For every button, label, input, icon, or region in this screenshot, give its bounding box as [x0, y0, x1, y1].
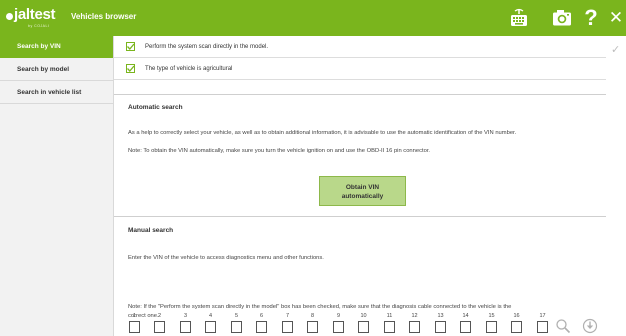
vin-position-label: 10: [360, 313, 367, 319]
vin-position-label: 16: [513, 313, 520, 319]
download-icon[interactable]: [582, 318, 598, 334]
vin-char-input[interactable]: [511, 321, 522, 333]
sidebar-item-search-by-model[interactable]: Search by model: [0, 59, 113, 81]
jaltest-logo: jaltest by COJALI: [6, 6, 56, 29]
vin-char-input[interactable]: [154, 321, 165, 333]
vin-position-label: 1: [132, 313, 137, 319]
vin-position-label: 15: [488, 313, 495, 319]
vin-char-input[interactable]: [486, 321, 497, 333]
logo-subtext: by COJALI: [28, 24, 50, 28]
vin-position-label: 13: [437, 313, 444, 319]
vin-char-input[interactable]: [460, 321, 471, 333]
sidebar-item-search-in-vehicle-list[interactable]: Search in vehicle list: [0, 82, 113, 104]
vin-position-label: 9: [336, 313, 341, 319]
vin-position-label: 14: [462, 313, 469, 319]
vin-char-input[interactable]: [435, 321, 446, 333]
close-icon[interactable]: ✕: [608, 6, 624, 30]
vin-char-input[interactable]: [129, 321, 140, 333]
help-icon[interactable]: ?: [583, 6, 599, 30]
manual-search-title: Manual search: [128, 227, 174, 234]
vin-position-label: 6: [259, 313, 264, 319]
obtain-vin-label-line1: Obtain VIN: [345, 184, 380, 191]
vin-char-input[interactable]: [231, 321, 242, 333]
search-icon[interactable]: [555, 318, 571, 334]
manual-search-note-line1: Note: If the "Perform the system scan di…: [128, 304, 512, 310]
option-agricultural-row[interactable]: The type of vehicle is agricultural: [114, 58, 606, 80]
vin-position-label: 11: [386, 313, 393, 319]
option-system-scan-row[interactable]: Perform the system scan directly in the …: [114, 36, 606, 58]
vin-char-input[interactable]: [333, 321, 344, 333]
vin-position-label: 5: [234, 313, 239, 319]
obtain-vin-automatically-button[interactable]: Obtain VIN automatically: [319, 176, 406, 206]
automatic-search-title: Automatic search: [128, 104, 183, 111]
vin-position-label: 12: [411, 313, 418, 319]
main-panel: Perform the system scan directly in the …: [114, 36, 606, 336]
vin-char-input[interactable]: [282, 321, 293, 333]
logo-text: jaltest: [14, 6, 56, 23]
vin-position-label: 8: [310, 313, 315, 319]
logo-dot-icon: [6, 13, 13, 20]
vin-position-label: 4: [208, 313, 213, 319]
agricultural-label: The type of vehicle is agricultural: [145, 65, 233, 72]
automatic-search-help-text: As a help to correctly select your vehic…: [128, 130, 517, 136]
vin-char-input[interactable]: [409, 321, 420, 333]
agricultural-checkbox[interactable]: [126, 64, 135, 73]
confirm-check-icon[interactable]: ✓: [611, 43, 620, 56]
vin-char-input[interactable]: [307, 321, 318, 333]
keyboard-icon[interactable]: [508, 6, 530, 30]
vin-position-label: 7: [285, 313, 290, 319]
sidebar: Search by VIN Search by model Search in …: [0, 36, 114, 336]
vin-char-input[interactable]: [537, 321, 548, 333]
obtain-vin-label-line2: automatically: [341, 193, 384, 200]
camera-icon[interactable]: [550, 6, 574, 30]
vin-char-input[interactable]: [205, 321, 216, 333]
right-status-column: ✓: [606, 36, 626, 336]
checkmark-icon: [127, 43, 135, 50]
system-scan-label: Perform the system scan directly in the …: [145, 43, 269, 50]
automatic-search-note: Note: To obtain the VIN automatically, m…: [128, 148, 431, 154]
app-title: Vehicles browser: [71, 12, 137, 21]
vin-char-input[interactable]: [180, 321, 191, 333]
vin-position-label: 3: [183, 313, 188, 319]
vin-position-label: 2: [157, 313, 162, 319]
top-bar: jaltest by COJALI Vehicles browser ? ✕: [0, 0, 626, 36]
vin-char-input[interactable]: [384, 321, 395, 333]
vin-char-input[interactable]: [256, 321, 267, 333]
system-scan-checkbox[interactable]: [126, 42, 135, 51]
sidebar-item-search-by-vin[interactable]: Search by VIN: [0, 36, 113, 58]
checkmark-icon: [127, 65, 135, 72]
vin-char-input[interactable]: [358, 321, 369, 333]
manual-search-help-text: Enter the VIN of the vehicle to access d…: [128, 255, 324, 261]
vin-position-label: 17: [539, 313, 546, 319]
